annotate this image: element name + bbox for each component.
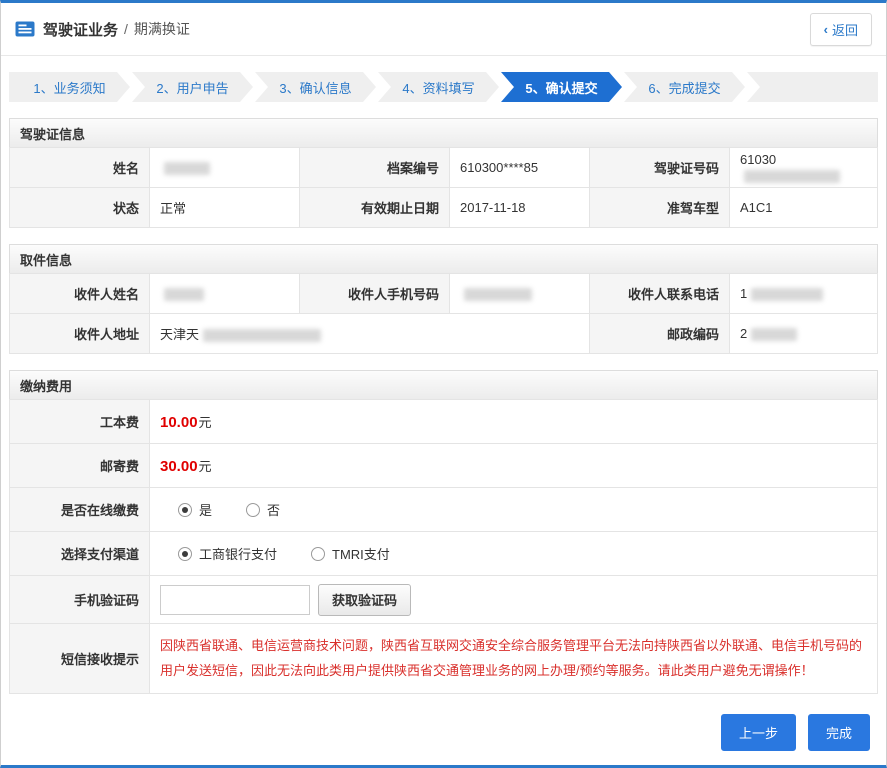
footer-actions: 上一步 完成 [17,714,870,752]
file-no-value: 610300****85 [449,147,590,188]
postage-fee-value: 30.00元 [149,443,878,488]
page-subtitle: 期满换证 [133,21,190,37]
sms-notice-text: 因陕西省联通、电信运营商技术问题，陕西省互联网交通安全综合服务管理平台无法向持陕… [160,638,863,678]
table-row: 是否在线缴费 是 否 [9,487,878,532]
title-separator: / [124,21,128,37]
online-pay-yes-radio[interactable]: 是 [178,500,212,519]
radio-dot-icon [246,502,261,517]
step-4-fill-data: 4、资料填写 [378,72,499,102]
back-button[interactable]: ‹ 返回 [809,12,872,46]
sms-code-field-cell: 获取验证码 [149,575,878,624]
postage-fee-label: 邮寄费 [9,443,150,488]
license-info-table: 姓名 档案编号 610300****85 驾驶证号码 61030 状态 正常 有… [9,147,878,228]
valid-until-value: 2017-11-18 [449,187,590,228]
sms-code-label: 手机验证码 [9,575,150,624]
sms-notice-label: 短信接收提示 [9,622,150,695]
table-row: 收件人地址 天津天 邮政编码 2 [9,313,878,354]
fees-section-title: 缴纳费用 [9,370,878,400]
pickup-section-title: 取件信息 [9,244,878,274]
table-row: 手机验证码 获取验证码 [9,575,878,624]
step-5-confirm-submit: 5、确认提交 [501,72,622,102]
recipient-tel-label: 收件人联系电话 [589,273,730,314]
radio-dot-icon [178,546,192,561]
step-2-declaration: 2、用户申告 [132,72,253,102]
page-title: 驾驶证业务 [43,21,119,39]
recipient-address-value: 天津天 [149,313,590,354]
online-pay-options: 是 否 [149,487,878,532]
license-renewal-page: 驾驶证业务 / 期满换证 ‹ 返回 1、业务须知 2、用户申告 3、确认信息 4… [0,0,887,768]
postcode-value: 2 [729,313,878,354]
table-row: 邮寄费 30.00元 [9,443,878,488]
sms-notice-cell: 因陕西省联通、电信运营商技术问题，陕西省互联网交通安全综合服务管理平台无法向持陕… [149,622,878,695]
pay-channel-label: 选择支付渠道 [9,531,150,576]
table-row: 短信接收提示 因陕西省联通、电信运营商技术问题，陕西省互联网交通安全综合服务管理… [9,622,878,695]
cost-fee-value: 10.00元 [149,399,878,444]
page-header: 驾驶证业务 / 期满换证 ‹ 返回 [1,3,886,56]
redacted-value [744,169,840,183]
recipient-tel-value: 1 [729,273,878,314]
step-6-finish: 6、完成提交 [624,72,745,102]
online-pay-no-label: 否 [267,503,281,518]
radio-dot-icon [178,502,192,517]
finish-button[interactable]: 完成 [807,714,870,752]
valid-until-label: 有效期止日期 [299,187,450,228]
fees-section: 缴纳费用 工本费 10.00元 邮寄费 30.00元 是否在线缴费 是 否 选择… [9,370,878,695]
pay-channel-icbc-radio[interactable]: 工商银行支付 [178,544,277,563]
fees-table: 工本费 10.00元 邮寄费 30.00元 是否在线缴费 是 否 选择支付渠道 [9,399,878,695]
name-label: 姓名 [9,147,150,188]
back-chevron-icon: ‹ [823,21,828,37]
recipient-mobile-label: 收件人手机号码 [299,273,450,314]
redacted-value [164,162,210,176]
pay-channel-tmri-label: TMRI支付 [332,547,390,562]
redacted-value [751,288,824,302]
pickup-info-section: 取件信息 收件人姓名 收件人手机号码 收件人联系电话 1 收件人地址 天津天 邮… [9,244,878,354]
step-bar-filler [747,72,878,102]
vehicle-class-label: 准驾车型 [589,187,730,228]
pay-channel-icbc-label: 工商银行支付 [199,547,278,562]
status-label: 状态 [9,187,150,228]
redacted-value [164,288,204,302]
back-button-label: 返回 [831,22,858,38]
license-info-section: 驾驶证信息 姓名 档案编号 610300****85 驾驶证号码 61030 状… [9,118,878,228]
recipient-address-label: 收件人地址 [9,313,150,354]
radio-dot-icon [311,546,326,561]
vehicle-class-value: A1C1 [729,187,878,228]
name-value [149,147,300,188]
redacted-value [203,329,322,343]
online-pay-yes-label: 是 [199,503,213,518]
table-row: 状态 正常 有效期止日期 2017-11-18 准驾车型 A1C1 [9,187,878,228]
pay-channel-tmri-radio[interactable]: TMRI支付 [311,544,390,563]
license-no-value: 61030 [729,147,878,188]
business-doc-icon [15,21,35,37]
status-value: 正常 [149,187,300,228]
table-row: 姓名 档案编号 610300****85 驾驶证号码 61030 [9,147,878,188]
license-no-label: 驾驶证号码 [589,147,730,188]
pickup-info-table: 收件人姓名 收件人手机号码 收件人联系电话 1 收件人地址 天津天 邮政编码 2 [9,273,878,354]
previous-step-button[interactable]: 上一步 [720,714,796,752]
redacted-value [751,328,798,342]
step-3-confirm-info: 3、确认信息 [255,72,376,102]
sms-code-input[interactable] [160,584,310,615]
step-wizard: 1、业务须知 2、用户申告 3、确认信息 4、资料填写 5、确认提交 6、完成提… [9,72,878,102]
pay-channel-options: 工商银行支付 TMRI支付 [149,531,878,576]
table-row: 选择支付渠道 工商银行支付 TMRI支付 [9,531,878,576]
online-pay-no-radio[interactable]: 否 [246,500,280,519]
recipient-name-label: 收件人姓名 [9,273,150,314]
postcode-label: 邮政编码 [589,313,730,354]
file-no-label: 档案编号 [299,147,450,188]
license-section-title: 驾驶证信息 [9,118,878,148]
cost-fee-label: 工本费 [9,399,150,444]
table-row: 收件人姓名 收件人手机号码 收件人联系电话 1 [9,273,878,314]
recipient-mobile-value [449,273,590,314]
online-pay-label: 是否在线缴费 [9,487,150,532]
get-sms-code-button[interactable]: 获取验证码 [318,583,412,616]
step-1-notice: 1、业务须知 [9,72,130,102]
table-row: 工本费 10.00元 [9,399,878,444]
redacted-value [464,288,532,302]
recipient-name-value [149,273,300,314]
